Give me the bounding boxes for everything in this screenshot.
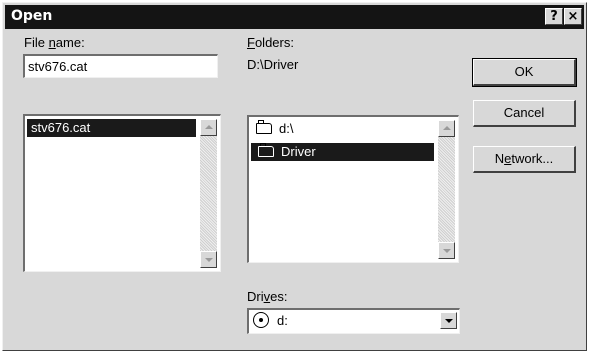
folder-list[interactable]: d:\ Driver bbox=[247, 115, 459, 263]
file-name-input[interactable]: stv676.cat bbox=[23, 54, 218, 78]
network-button[interactable]: Network... bbox=[473, 146, 576, 173]
drives-select-value: d: bbox=[277, 313, 288, 328]
file-list[interactable]: stv676.cat bbox=[23, 114, 221, 272]
file-name-label: File name: bbox=[24, 35, 85, 50]
close-button[interactable]: × bbox=[564, 8, 582, 25]
scroll-down-button[interactable] bbox=[438, 242, 455, 259]
ok-button[interactable]: OK bbox=[472, 58, 577, 87]
drives-dropdown-button[interactable] bbox=[440, 312, 457, 329]
current-folder-path: D:\Driver bbox=[247, 57, 299, 72]
help-button[interactable]: ? bbox=[545, 8, 563, 25]
folder-list-scrollbar[interactable] bbox=[438, 120, 455, 259]
arrow-down-icon bbox=[205, 258, 213, 262]
scroll-down-button[interactable] bbox=[200, 251, 217, 268]
arrow-down-icon bbox=[443, 249, 451, 253]
arrow-up-icon bbox=[205, 125, 213, 129]
scroll-up-button[interactable] bbox=[438, 120, 455, 137]
chevron-down-icon bbox=[445, 319, 453, 323]
open-dialog: Open ? × File name: stv676.cat stv676.ca… bbox=[2, 2, 587, 351]
folder-open-icon bbox=[256, 120, 272, 134]
folder-item-driver[interactable]: Driver bbox=[251, 143, 434, 161]
drives-label: Drives: bbox=[247, 289, 288, 304]
cd-drive-icon bbox=[253, 312, 269, 328]
file-list-item[interactable]: stv676.cat bbox=[27, 119, 196, 137]
drives-select[interactable]: d: bbox=[247, 308, 460, 334]
folders-label: Folders: bbox=[247, 35, 294, 50]
scroll-up-button[interactable] bbox=[200, 119, 217, 136]
title-bar[interactable]: Open ? × bbox=[5, 5, 584, 29]
window-title: Open bbox=[11, 8, 53, 24]
cancel-button[interactable]: Cancel bbox=[473, 100, 576, 127]
file-list-scrollbar[interactable] bbox=[200, 119, 217, 268]
folder-item-root[interactable]: d:\ bbox=[249, 120, 440, 138]
arrow-up-icon bbox=[443, 126, 451, 130]
folder-open-icon bbox=[258, 143, 274, 157]
